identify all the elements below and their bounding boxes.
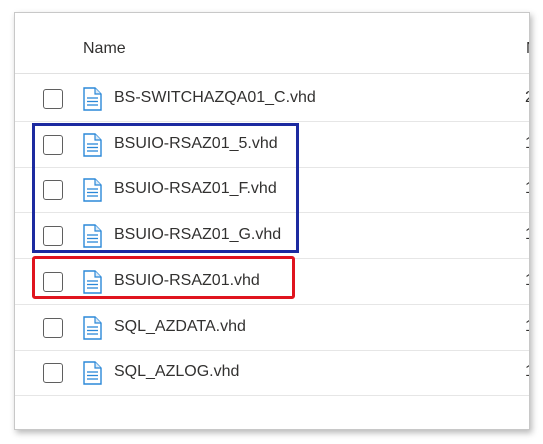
file-next-column-value: 1 (525, 318, 529, 336)
file-row[interactable]: BSUIO-RSAZ01_F.vhd 1 (15, 167, 529, 214)
file-row[interactable]: BSUIO-RSAZ01_G.vhd 1 (15, 213, 529, 260)
file-name[interactable]: BSUIO-RSAZ01_F.vhd (114, 180, 277, 198)
document-icon (82, 315, 102, 340)
document-icon (82, 87, 102, 111)
row-checkbox[interactable] (43, 180, 63, 201)
file-next-column-value: 1 (525, 363, 529, 381)
file-list-panel: Name M BS-SWITCHAZQA01_C.vhd 2 BSUIO-RSAZ0… (14, 12, 530, 430)
row-checkbox[interactable] (43, 271, 63, 292)
row-checkbox[interactable] (43, 363, 63, 384)
row-checkbox[interactable] (43, 317, 63, 338)
file-name[interactable]: BSUIO-RSAZ01_5.vhd (114, 135, 278, 153)
file-next-column-value: 1 (525, 272, 529, 290)
document-icon (82, 270, 102, 294)
document-icon (82, 224, 102, 248)
file-row[interactable]: BSUIO-RSAZ01.vhd 1 (15, 259, 529, 305)
column-header-next[interactable]: M (526, 40, 529, 58)
file-name[interactable]: SQL_AZDATA.vhd (114, 318, 246, 336)
row-checkbox[interactable] (43, 226, 63, 247)
row-checkbox[interactable] (43, 134, 63, 155)
file-next-column-value: 1 (525, 135, 529, 153)
file-name[interactable]: BSUIO-RSAZ01.vhd (114, 272, 260, 290)
file-row[interactable]: BS-SWITCHAZQA01_C.vhd 2 (15, 76, 529, 122)
file-row[interactable]: SQL_AZDATA.vhd 1 (15, 305, 529, 351)
document-icon (82, 361, 102, 385)
row-checkbox[interactable] (43, 89, 63, 109)
file-next-column-value: 1 (525, 226, 529, 244)
file-name[interactable]: BS-SWITCHAZQA01_C.vhd (114, 89, 316, 107)
file-name[interactable]: BSUIO-RSAZ01_G.vhd (114, 226, 281, 244)
document-icon (82, 178, 102, 203)
file-next-column-value: 1 (525, 180, 529, 198)
file-next-column-value: 2 (525, 89, 529, 107)
file-row[interactable]: SQL_AZLOG.vhd 1 (15, 350, 529, 397)
document-icon (82, 132, 102, 157)
file-row[interactable]: BSUIO-RSAZ01_5.vhd 1 (15, 122, 529, 168)
column-header-name[interactable]: Name (83, 40, 126, 58)
file-name[interactable]: SQL_AZLOG.vhd (114, 363, 239, 381)
list-header: Name M (15, 13, 529, 74)
